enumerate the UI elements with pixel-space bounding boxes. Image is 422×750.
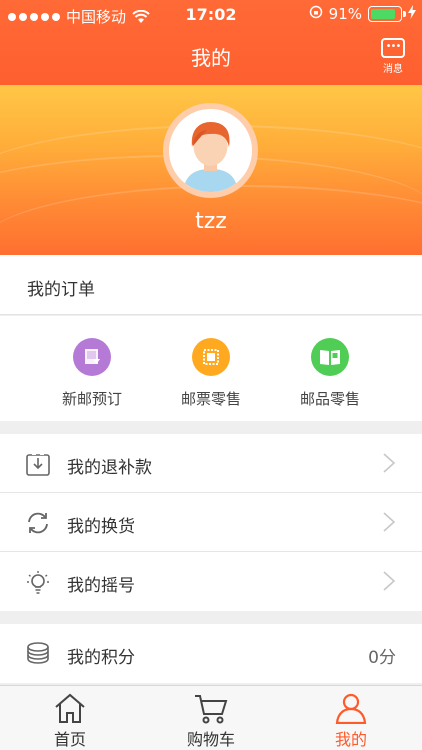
tab-label: 购物车 — [186, 730, 235, 749]
list-item-exchange[interactable]: 我的换货 — [0, 493, 422, 552]
tab-label: 首页 — [53, 730, 86, 749]
cart-icon — [195, 695, 228, 724]
list-item-lottery[interactable]: 我的摇号 — [0, 552, 422, 611]
page-title: 我的 — [191, 46, 231, 70]
message-button[interactable]: 消息 — [378, 38, 408, 75]
battery-percent: 91% — [328, 5, 362, 23]
points-list: 我的积分 0分 — [0, 624, 422, 683]
top-bar: 中国移动 17:02 91% 我的 消息 — [0, 0, 422, 85]
my-orders-header[interactable]: 我的订单 — [0, 255, 422, 315]
coins-icon — [27, 642, 49, 664]
message-icon — [381, 38, 405, 58]
stamp-icon — [192, 338, 230, 376]
list-item-refund[interactable]: 我的退补款 — [0, 434, 422, 493]
order-new-stamp-booking[interactable]: 新邮预订 — [32, 338, 152, 409]
lottery-icon — [27, 571, 49, 594]
order-item-label: 邮票零售 — [180, 390, 241, 408]
tab-cart[interactable]: 购物车 — [171, 692, 251, 750]
message-label: 消息 — [383, 64, 403, 75]
chevron-right-icon — [383, 512, 396, 532]
order-shortcuts: 新邮预订 邮票零售 邮品零售 — [0, 316, 422, 421]
tab-bar: 首页 购物车 我的 — [0, 685, 422, 750]
list-item-label: 我的退补款 — [67, 458, 152, 478]
chevron-right-icon — [383, 453, 396, 473]
charging-icon — [408, 5, 416, 23]
order-philatelic-retail[interactable]: 邮品零售 — [270, 338, 390, 409]
list-item-points[interactable]: 我的积分 0分 — [0, 624, 422, 683]
status-bar: 中国移动 17:02 91% — [0, 0, 422, 30]
avatar[interactable] — [163, 103, 258, 198]
list-item-label: 我的积分 — [67, 648, 135, 668]
points-value: 0分 — [368, 648, 396, 668]
status-right: 91% — [309, 5, 416, 23]
new-stamp-icon — [73, 338, 111, 376]
list-item-label: 我的摇号 — [67, 576, 135, 596]
tab-label: 我的 — [334, 730, 367, 749]
tab-mine[interactable]: 我的 — [311, 692, 391, 750]
username: tzz — [195, 209, 227, 234]
order-item-label: 邮品零售 — [299, 390, 360, 408]
album-icon — [311, 338, 349, 376]
exchange-icon — [28, 512, 48, 534]
home-icon — [55, 693, 85, 723]
user-icon — [335, 693, 367, 724]
chevron-right-icon — [383, 571, 396, 591]
battery-icon — [368, 6, 406, 22]
my-orders-title: 我的订单 — [27, 280, 95, 300]
refund-icon — [26, 452, 50, 476]
avatar-illustration — [169, 109, 252, 192]
app-root: 中国移动 17:02 91% 我的 消息 — [0, 0, 422, 750]
order-item-label: 新邮预订 — [61, 390, 122, 408]
profile-banner: tzz — [0, 85, 422, 255]
list-item-label: 我的换货 — [67, 517, 135, 537]
tab-home[interactable]: 首页 — [30, 692, 110, 750]
orientation-lock-icon — [309, 5, 323, 23]
service-list: 我的退补款 我的换货 我的摇号 — [0, 434, 422, 611]
order-stamp-retail[interactable]: 邮票零售 — [151, 338, 271, 409]
